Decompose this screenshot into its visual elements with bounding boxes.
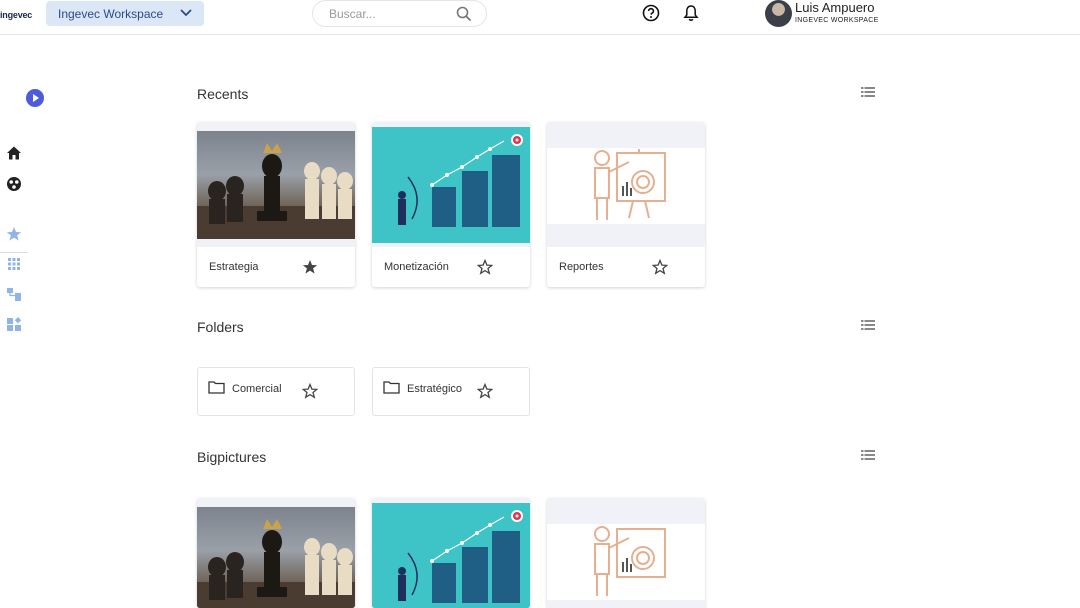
- card-thumbnail: [197, 122, 355, 247]
- help-icon[interactable]: [642, 4, 660, 22]
- card-thumbnail: [547, 122, 705, 247]
- search-box[interactable]: [312, 0, 487, 27]
- chess-image: [197, 131, 355, 239]
- home-icon[interactable]: [6, 145, 22, 161]
- folders-title: Folders: [197, 319, 244, 335]
- folder-icon: [383, 381, 400, 394]
- top-bar: ingevec Ingevec Workspace Luis Ampuero I…: [0, 0, 1080, 35]
- star-icon[interactable]: [6, 226, 22, 242]
- star-outline-icon[interactable]: [652, 259, 668, 275]
- card-thumbnail: [372, 122, 530, 247]
- chevron-down-icon: [180, 9, 192, 17]
- recent-card-reportes[interactable]: Reportes: [547, 122, 705, 287]
- bigpicture-card-1[interactable]: [197, 498, 355, 608]
- grid-icon[interactable]: [6, 256, 22, 272]
- recent-card-monetizacion[interactable]: Monetización: [372, 122, 530, 287]
- bell-icon[interactable]: [683, 4, 699, 22]
- sidebar: [0, 35, 44, 608]
- list-view-icon[interactable]: [861, 449, 875, 461]
- folder-comercial[interactable]: Comercial: [197, 367, 355, 416]
- workspace-selector[interactable]: Ingevec Workspace: [46, 1, 204, 26]
- search-icon[interactable]: [456, 6, 472, 22]
- growth-chart-image: [372, 503, 530, 608]
- star-outline-icon[interactable]: [477, 259, 493, 275]
- star-outline-icon[interactable]: [477, 383, 493, 399]
- expand-sidebar-button[interactable]: [26, 89, 44, 107]
- list-view-icon[interactable]: [861, 86, 875, 98]
- folder-icon: [208, 381, 225, 394]
- sidebar-divider: [0, 252, 28, 253]
- user-name: Luis Ampuero: [795, 0, 875, 15]
- recent-card-estrategia[interactable]: Estrategia: [197, 122, 355, 287]
- presentation-image: [547, 524, 705, 600]
- widgets-icon[interactable]: [6, 316, 22, 332]
- search-input[interactable]: [329, 7, 449, 21]
- card-thumbnail: [197, 498, 355, 608]
- card-label: Monetización: [384, 261, 449, 273]
- chess-image: [197, 507, 355, 608]
- star-filled-icon[interactable]: [302, 259, 318, 275]
- bigpicture-card-2[interactable]: [372, 498, 530, 608]
- card-label: Reportes: [559, 261, 604, 273]
- growth-chart-image: [372, 127, 530, 243]
- explore-icon[interactable]: [6, 176, 22, 192]
- folder-label: Estratégico: [407, 383, 463, 395]
- card-thumbnail: [547, 498, 705, 608]
- hierarchy-icon[interactable]: [6, 286, 22, 302]
- presentation-image: [547, 148, 705, 224]
- user-workspace: INGEVEC WORKSPACE: [795, 17, 879, 24]
- avatar[interactable]: [765, 0, 792, 27]
- recents-title: Recents: [197, 86, 249, 102]
- folder-estrategico[interactable]: Estratégico: [372, 367, 530, 416]
- star-outline-icon[interactable]: [302, 383, 318, 399]
- bigpictures-title: Bigpictures: [197, 449, 267, 465]
- workspace-label: Ingevec Workspace: [58, 6, 164, 21]
- folder-label: Comercial: [232, 383, 282, 395]
- bigpicture-card-3[interactable]: [547, 498, 705, 608]
- card-thumbnail: [372, 498, 530, 608]
- card-label: Estrategia: [209, 261, 259, 273]
- logo: ingevec: [0, 10, 33, 20]
- list-view-icon[interactable]: [861, 319, 875, 331]
